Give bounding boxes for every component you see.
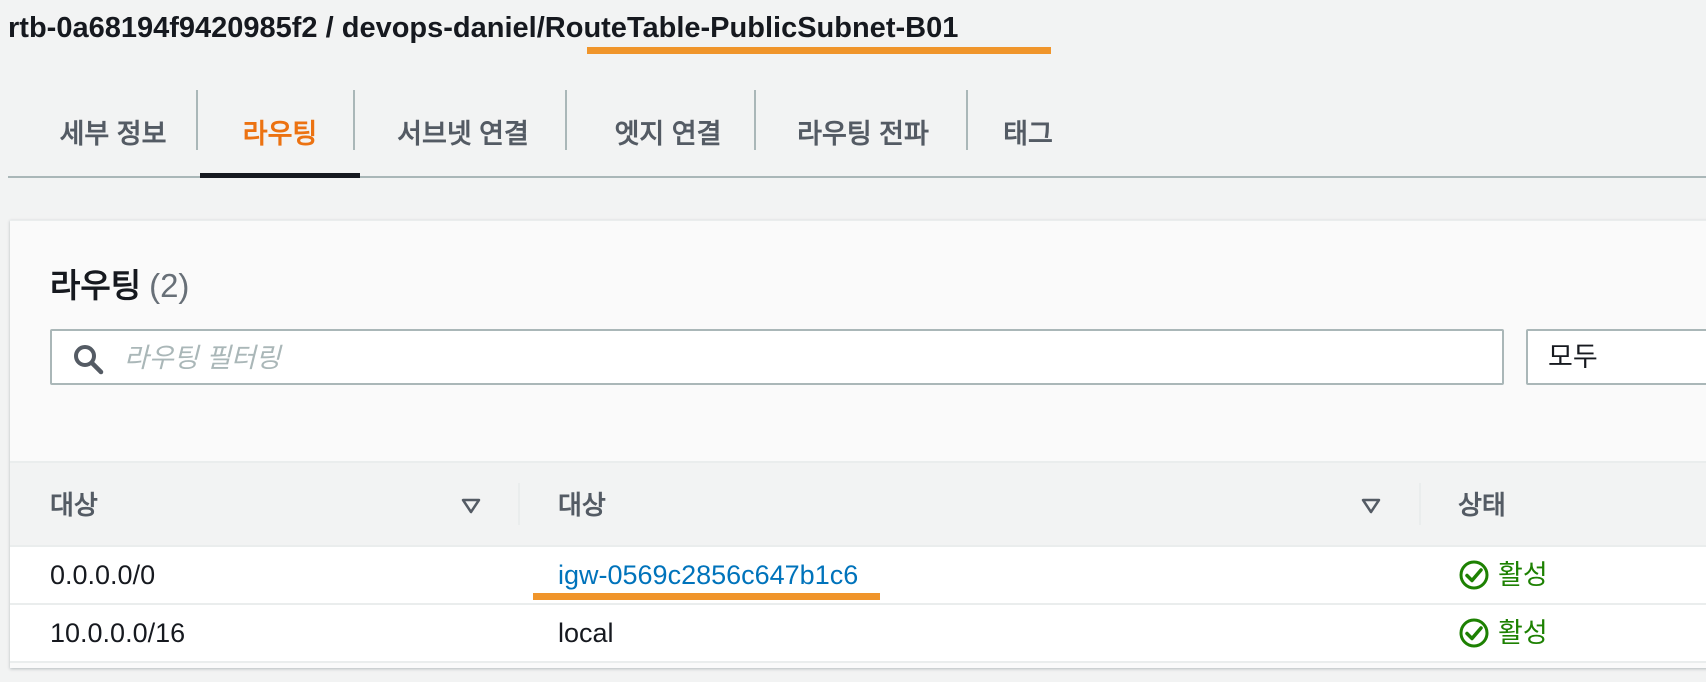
filter-scope-value: 모두 [1548,342,1598,372]
column-divider [518,483,520,525]
route-destination: 10.0.0.0/16 [50,618,186,648]
route-table-name: RouteTable-PublicSubnet-B01 [544,12,959,44]
routes-panel: 라우팅(2) 모두 대상 대상 상태 0.0.0.0/0 igw-0569c28… [10,220,1706,668]
tab-divider [196,90,198,150]
tab-divider [353,90,355,150]
routes-count: (2) [149,267,190,304]
panel-heading: 라우팅 (2) [50,259,189,307]
check-circle-icon [1459,618,1489,648]
route-status: 활성 [1458,547,1548,603]
route-destination: 0.0.0.0/0 [50,560,156,590]
route-status-label: 활성 [1498,618,1548,648]
tab-edge-associations[interactable]: 엣지 연결 [578,86,758,176]
tab-divider [966,90,968,150]
search-icon [74,345,104,375]
tab-routes[interactable]: 라우팅 [200,86,360,178]
table-row[interactable]: 10.0.0.0/16 local 활성 [10,605,1706,663]
tab-route-propagation[interactable]: 라우팅 전파 [768,86,958,176]
column-header-target[interactable]: 대상 [558,463,606,547]
tab-divider [754,90,756,150]
check-circle-icon [1459,560,1489,590]
tab-bar: 세부 정보 라우팅 서브넷 연결 엣지 연결 라우팅 전파 태그 [8,86,1706,178]
route-filter[interactable] [50,329,1504,385]
name-highlight-underline [587,47,1051,54]
column-header-status[interactable]: 상태 [1458,463,1506,547]
sort-down-icon[interactable] [1360,497,1382,515]
sort-down-icon[interactable] [460,497,482,515]
tab-details[interactable]: 세부 정보 [38,86,188,176]
filter-scope-select[interactable]: 모두 [1526,329,1706,385]
column-header-destination[interactable]: 대상 [50,463,98,547]
tab-divider [565,90,567,150]
tab-tags[interactable]: 태그 [978,86,1078,176]
column-divider [1419,483,1421,525]
tab-subnet-associations[interactable]: 서브넷 연결 [368,86,558,176]
route-status: 활성 [1458,605,1548,661]
table-header: 대상 대상 상태 [10,461,1706,547]
route-status-label: 활성 [1498,560,1548,590]
route-table-id-path: rtb-0a68194f9420985f2 / devops-daniel/ [8,12,545,44]
panel-heading-label: 라우팅 [50,267,142,304]
target-highlight-underline [533,593,880,600]
route-target: local [558,618,614,648]
route-filter-input[interactable] [122,337,1486,379]
page-title: rtb-0a68194f9420985f2 / devops-daniel/Ro… [8,8,958,48]
